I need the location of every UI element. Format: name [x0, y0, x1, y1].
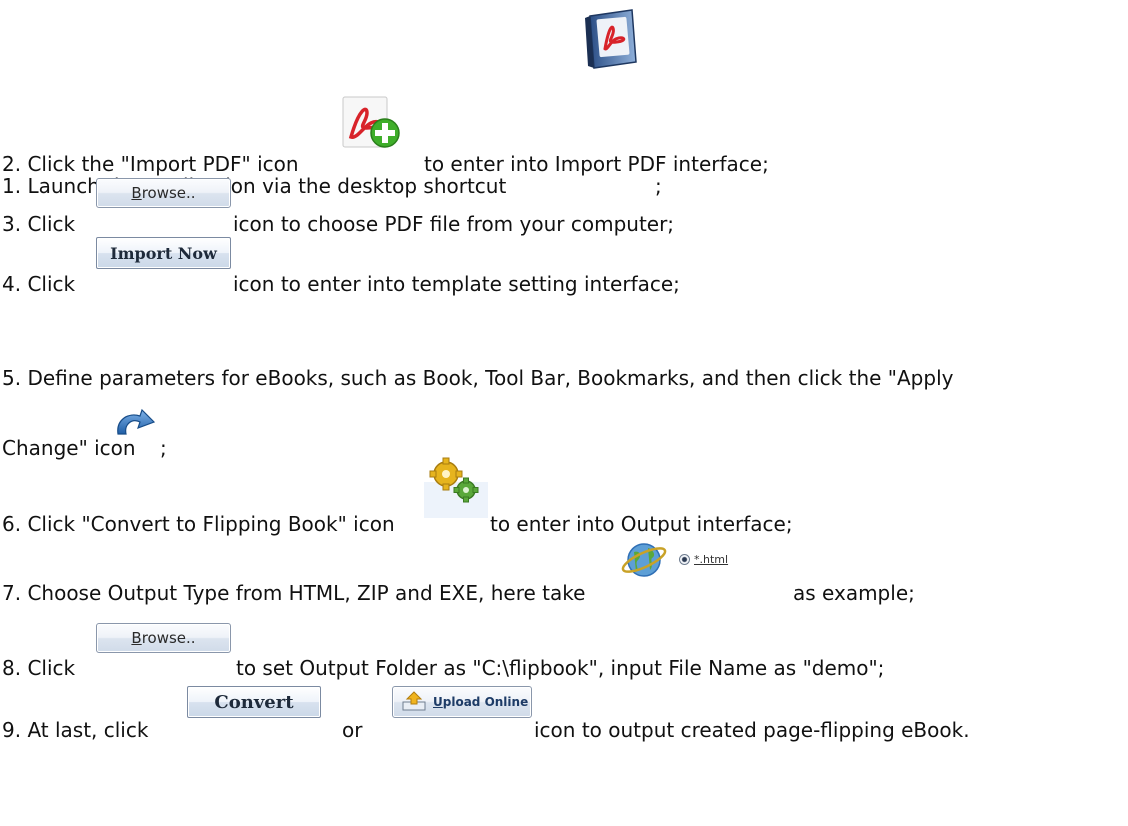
upload-label: pload Online: [442, 695, 529, 709]
step-7-text: 7. Choose Output Type from HTML, ZIP and…: [2, 581, 586, 605]
apply-change-refresh-icon[interactable]: [110, 408, 158, 444]
step-1-suffix: ;: [655, 174, 662, 198]
html-globe-icon[interactable]: [620, 538, 670, 582]
step-2-text: 2. Click the "Import PDF" icon: [2, 152, 299, 176]
import-now-label: Import Now: [110, 243, 217, 263]
step-9-or: or: [342, 718, 363, 742]
convert-mnemonic: C: [214, 691, 229, 713]
upload-icon: [401, 690, 427, 715]
step-5-text: 5. Define parameters for eBooks, such as…: [2, 366, 954, 390]
step-5-suffix: ;: [160, 436, 167, 460]
step-9-text: 9. At last, click: [2, 718, 149, 742]
import-pdf-plus-icon[interactable]: [339, 91, 403, 155]
step-2-suffix: to enter into Import PDF interface;: [424, 152, 769, 176]
step-6-suffix: to enter into Output interface;: [490, 512, 793, 536]
step-8-suffix: to set Output Folder as "C:\flipbook", i…: [236, 656, 885, 680]
output-browse-label: rowse..: [141, 629, 196, 647]
pdf-book-shortcut-icon[interactable]: [580, 6, 650, 70]
step-3-suffix: icon to choose PDF file from your comput…: [233, 212, 675, 236]
convert-label: onvert: [228, 691, 294, 713]
browse-button-mnemonic: B: [131, 184, 142, 202]
step-8-text: 8. Click: [2, 656, 76, 680]
browse-button-label: rowse..: [141, 184, 196, 202]
browse-button[interactable]: Browse..: [96, 178, 231, 208]
upload-online-button[interactable]: Upload Online: [392, 686, 532, 718]
radio-label: *.html: [694, 553, 729, 566]
step-6-text: 6. Click "Convert to Flipping Book" icon: [2, 512, 395, 536]
step-4-text: 4. Click: [2, 272, 76, 296]
upload-mnemonic: U: [433, 695, 443, 709]
output-browse-mnemonic: B: [131, 629, 142, 647]
html-radio-option[interactable]: *.html: [679, 553, 728, 566]
radio-dot: [679, 554, 690, 565]
step-7-suffix: as example;: [793, 581, 915, 605]
step-1: 1. Launch the application via the deskto…: [2, 174, 506, 198]
step-4-suffix: icon to enter into template setting inte…: [233, 272, 680, 296]
step-9-suffix: icon to output created page-flipping eBo…: [534, 718, 970, 742]
step-3-text: 3. Click: [2, 212, 76, 236]
convert-button[interactable]: Convert: [187, 686, 321, 718]
output-browse-button[interactable]: Browse..: [96, 623, 231, 653]
convert-gears-icon[interactable]: [424, 454, 488, 518]
step-1-text: 1. Launch the application via the deskto…: [2, 174, 507, 198]
import-now-button[interactable]: Import Now: [96, 237, 231, 269]
